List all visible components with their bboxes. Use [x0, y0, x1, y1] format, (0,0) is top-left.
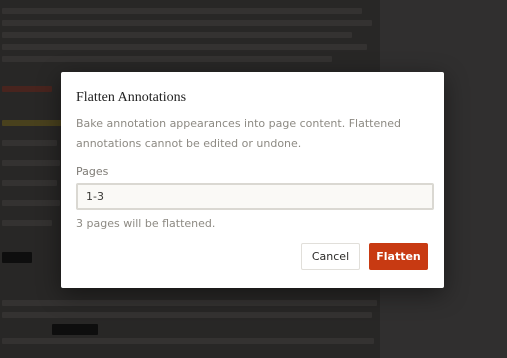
flatten-annotations-dialog: Flatten Annotations Bake annotation appe… — [61, 72, 444, 288]
dialog-description: Bake annotation appearances into page co… — [76, 117, 401, 150]
pages-hint: 3 pages will be flattened. — [76, 217, 216, 230]
cancel-button[interactable]: Cancel — [301, 243, 360, 270]
flatten-button[interactable]: Flatten — [369, 243, 428, 270]
pages-label: Pages — [76, 165, 109, 178]
pages-input[interactable] — [76, 183, 434, 210]
dialog-title: Flatten Annotations — [76, 90, 187, 105]
